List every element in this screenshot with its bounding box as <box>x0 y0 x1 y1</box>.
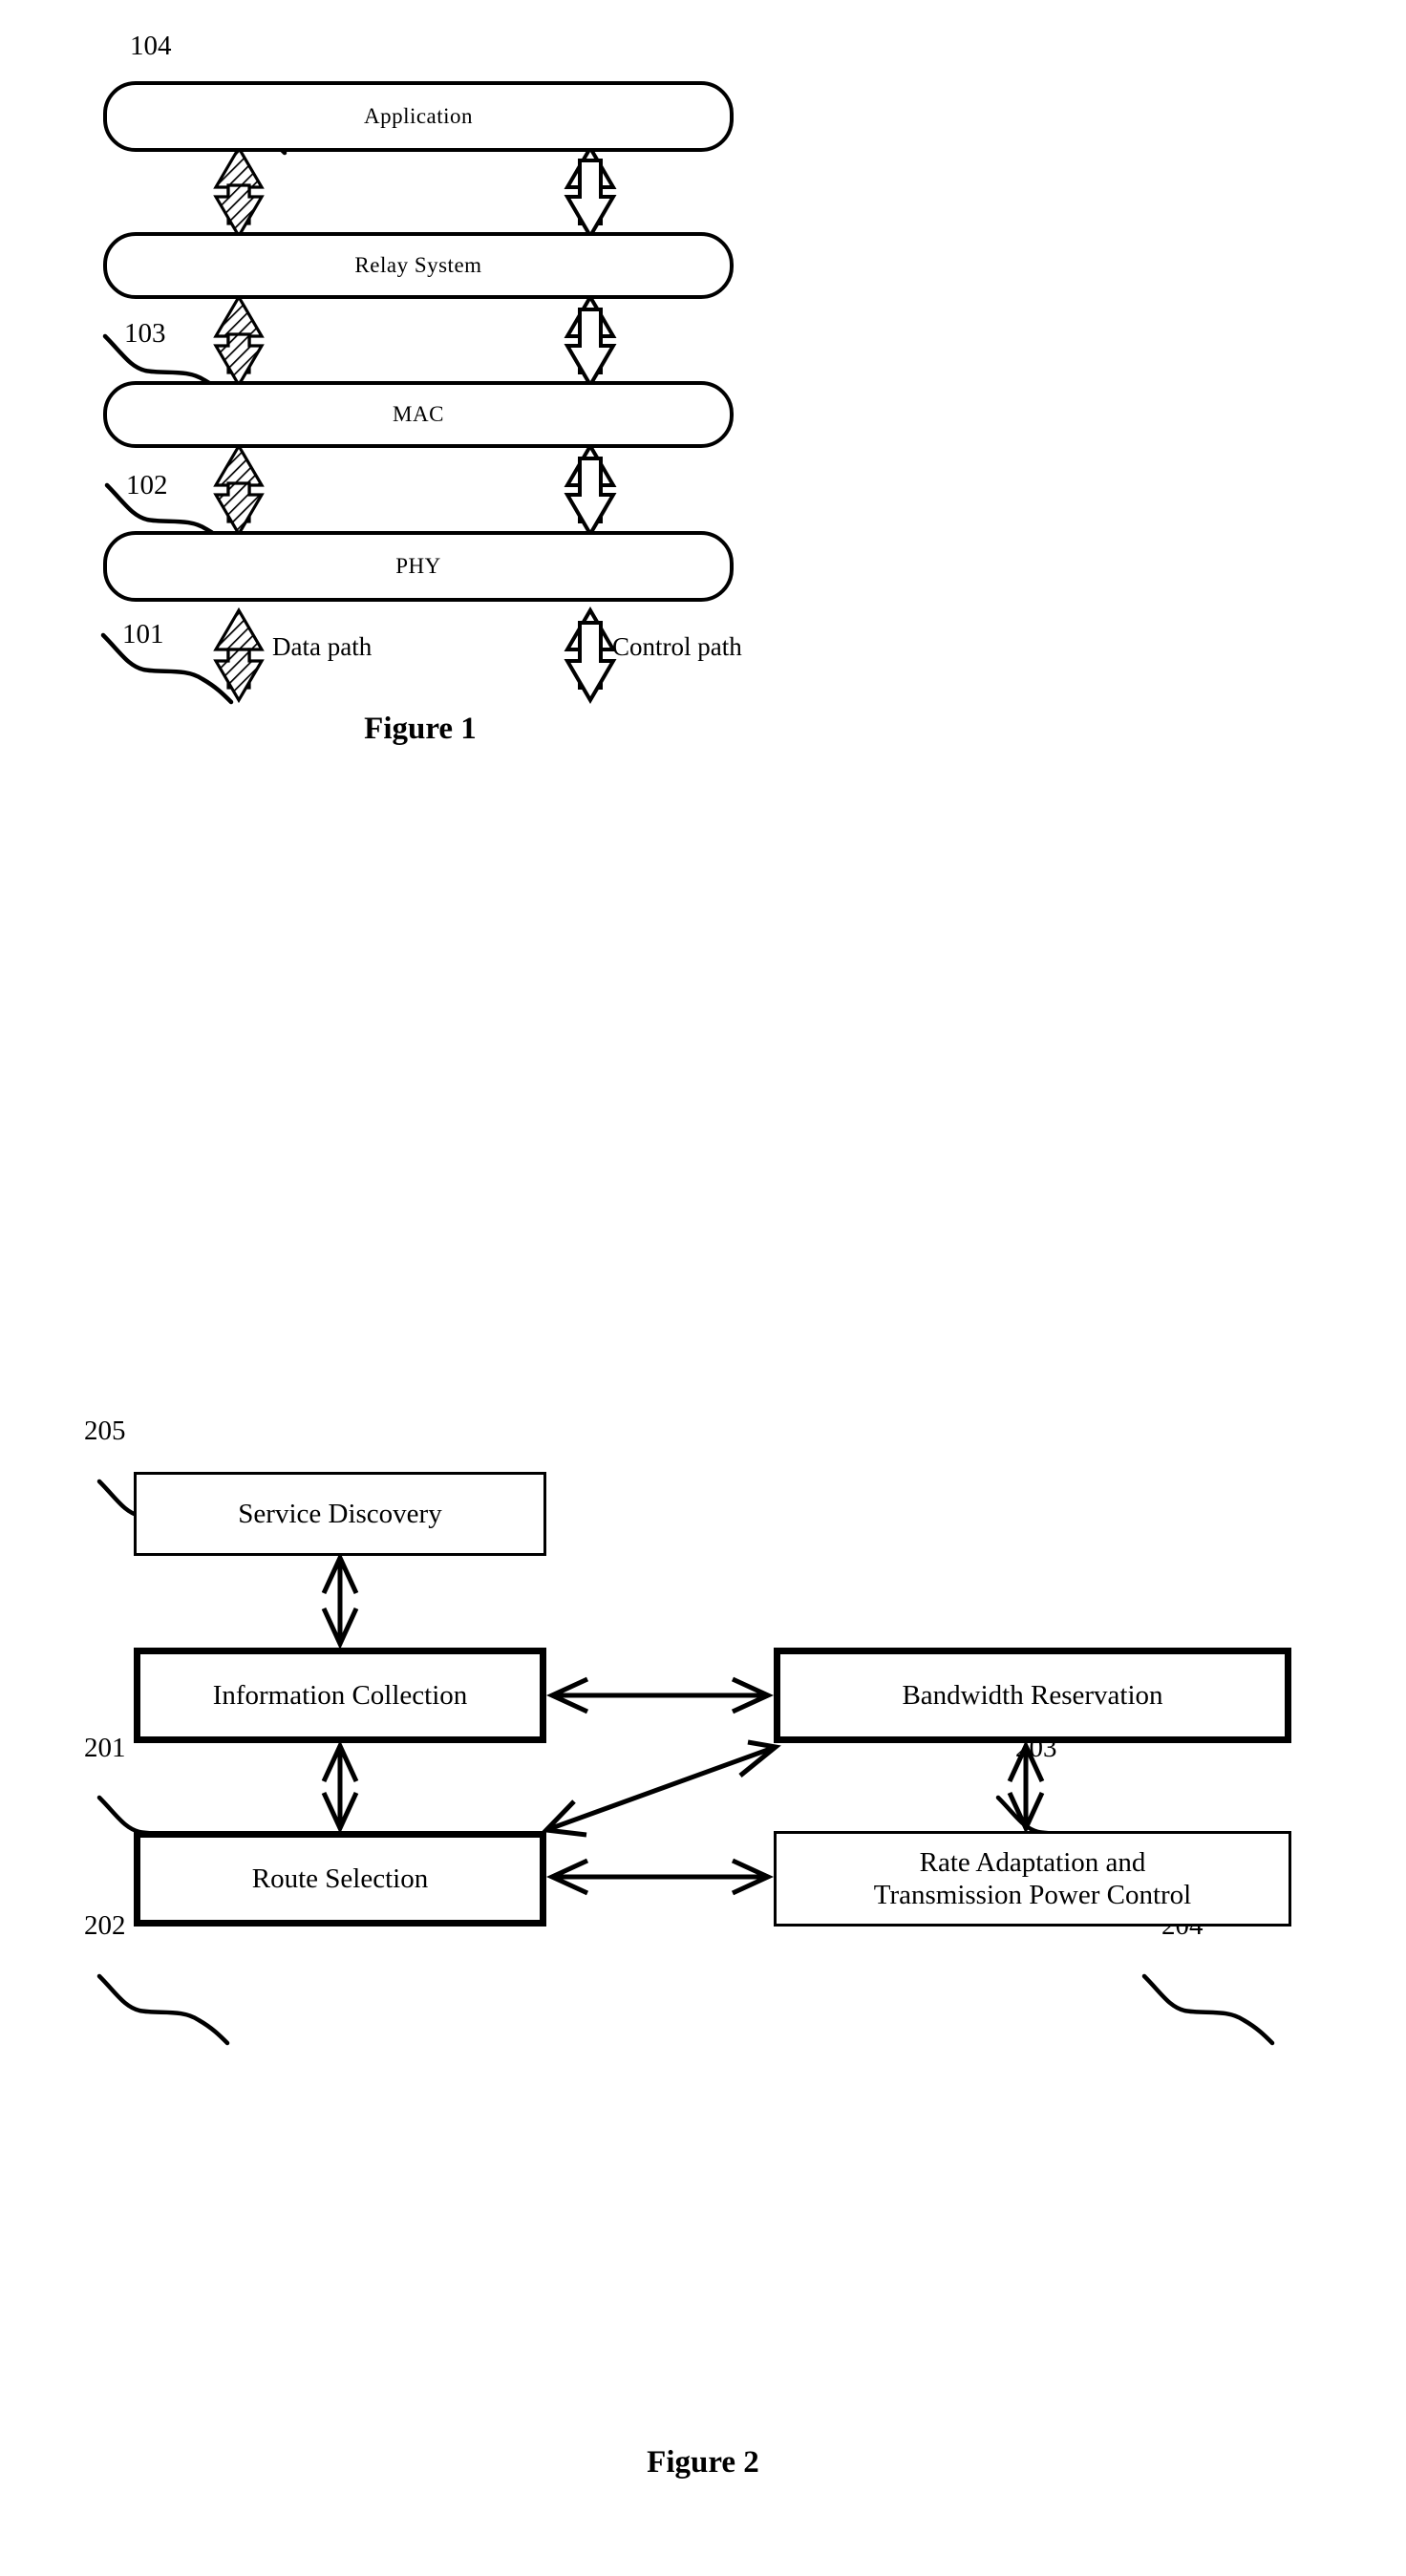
block-label-bandwidth-reservation: Bandwidth Reservation <box>902 1679 1163 1711</box>
block-label-rate-adaptation-line2: Transmission Power Control <box>873 1880 1192 1910</box>
ref-numeral-102: 102 <box>126 470 168 500</box>
ref-numeral-101: 101 <box>122 619 164 649</box>
ref-numeral-104: 104 <box>130 31 172 61</box>
legend-label-control-path: Control path <box>612 632 742 661</box>
data-path-arrow-relay-mac <box>213 293 265 389</box>
data-path-arrow-mac-phy <box>213 442 265 538</box>
figure2-caption: Figure 2 <box>647 2445 759 2480</box>
block-information-collection[interactable]: Information Collection <box>134 1648 546 1743</box>
layer-box-relay-system[interactable]: Relay System <box>103 232 734 299</box>
block-rate-adaptation[interactable]: Rate Adaptation and Transmission Power C… <box>774 1831 1291 1927</box>
layer-label-relay-system: Relay System <box>354 253 482 277</box>
layer-label-application: Application <box>363 104 474 128</box>
legend-label-data-path: Data path <box>272 632 373 661</box>
block-label-information-collection: Information Collection <box>212 1679 468 1711</box>
ref-numeral-202: 202 <box>84 1910 126 1941</box>
layer-box-mac[interactable]: MAC <box>103 381 734 448</box>
layer-box-phy[interactable]: PHY <box>103 531 734 602</box>
block-route-selection[interactable]: Route Selection <box>134 1831 546 1927</box>
figure1-caption: Figure 1 <box>364 712 477 746</box>
layer-label-phy: PHY <box>395 554 441 578</box>
drawing-sheet: 104 103 102 101 Application Relay System… <box>0 0 1406 2576</box>
block-service-discovery[interactable]: Service Discovery <box>134 1472 546 1556</box>
block-label-rate-adaptation-line1: Rate Adaptation and <box>919 1846 1146 1878</box>
block-bandwidth-reservation[interactable]: Bandwidth Reservation <box>774 1648 1291 1743</box>
layer-box-application[interactable]: Application <box>103 81 734 152</box>
leader-lines-figure2 <box>96 1479 1275 2046</box>
ref-numeral-201: 201 <box>84 1733 126 1763</box>
layer-label-mac: MAC <box>393 402 444 426</box>
ref-numeral-103: 103 <box>124 318 166 349</box>
data-path-arrow-app-relay <box>213 144 265 240</box>
block-label-service-discovery: Service Discovery <box>238 1498 442 1529</box>
legend-data-path-arrow <box>213 607 265 704</box>
block-label-rate-adaptation: Rate Adaptation and Transmission Power C… <box>866 1846 1199 1911</box>
block-label-route-selection: Route Selection <box>251 1863 429 1894</box>
ref-numeral-205: 205 <box>84 1416 126 1446</box>
